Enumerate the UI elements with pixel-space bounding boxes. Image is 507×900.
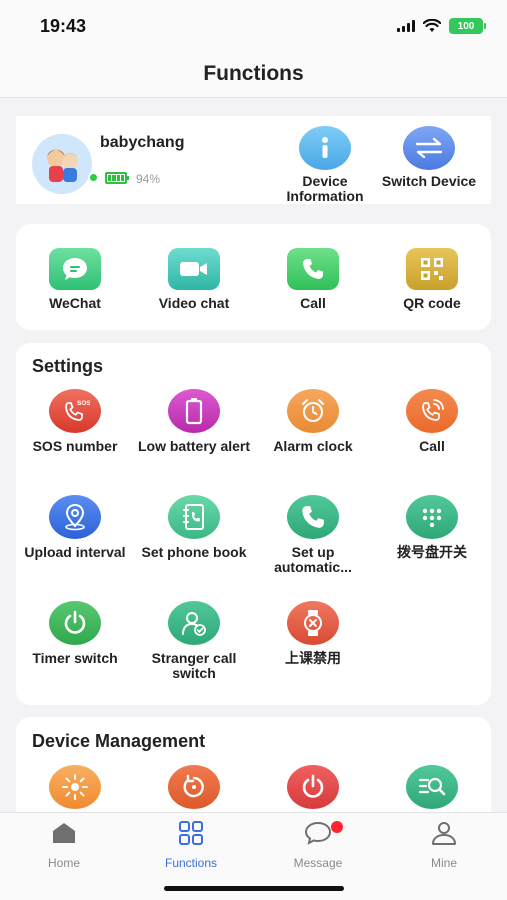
status-bar: 19:43 100 bbox=[0, 0, 507, 52]
tab-home[interactable]: Home bbox=[9, 821, 119, 870]
low-battery-alert-label: Low battery alert bbox=[137, 438, 251, 454]
stranger-call-switch-label: Stranger call switch bbox=[151, 650, 237, 681]
power-off-button[interactable] bbox=[253, 765, 373, 809]
person-icon bbox=[432, 822, 456, 845]
tab-home-label: Home bbox=[47, 856, 80, 870]
wechat-label: WeChat bbox=[49, 295, 101, 311]
device-battery-percent: 94% bbox=[136, 172, 161, 186]
tab-functions-label: Functions bbox=[164, 856, 218, 870]
home-icon bbox=[53, 823, 75, 843]
qr-code-button[interactable]: QR code bbox=[372, 248, 492, 311]
switch-device-label: Switch Device bbox=[381, 173, 477, 189]
switch-device-button[interactable]: Switch Device bbox=[374, 126, 484, 189]
status-time: 19:43 bbox=[40, 16, 87, 36]
sun-icon bbox=[49, 765, 101, 809]
battery-level: 100 bbox=[457, 20, 475, 32]
qr-code-label: QR code bbox=[403, 295, 461, 311]
phone-icon bbox=[287, 248, 339, 290]
stranger-call-switch-button[interactable]: Stranger call switch bbox=[134, 601, 254, 681]
qr-code-icon bbox=[406, 248, 458, 290]
device-management-card: Device Management bbox=[16, 717, 491, 827]
search-list-icon bbox=[406, 765, 458, 809]
phone-ring-icon bbox=[406, 389, 458, 433]
sos-number-button[interactable]: SOS SOS number bbox=[15, 389, 135, 454]
video-chat-label: Video chat bbox=[158, 295, 230, 311]
avatar[interactable] bbox=[32, 134, 92, 194]
watch-forbidden-icon bbox=[287, 601, 339, 645]
video-chat-button[interactable]: Video chat bbox=[134, 248, 254, 311]
restart-icon bbox=[168, 765, 220, 809]
page-title: Functions bbox=[203, 62, 304, 85]
battery-indicator: 100 bbox=[449, 18, 486, 34]
video-camera-icon bbox=[168, 248, 220, 290]
person-check-icon bbox=[168, 601, 220, 645]
device-battery-icon bbox=[105, 172, 129, 184]
device-name: babychang bbox=[100, 134, 185, 151]
wifi-icon bbox=[423, 19, 441, 32]
phone-book-icon bbox=[168, 495, 220, 539]
message-badge-dot bbox=[331, 821, 343, 833]
device-information-button[interactable]: Device Information bbox=[270, 126, 380, 204]
tab-functions[interactable]: Functions bbox=[136, 821, 246, 870]
tab-mine[interactable]: Mine bbox=[389, 821, 499, 870]
status-icons: 100 bbox=[397, 18, 486, 34]
phone-icon bbox=[287, 495, 339, 539]
brightness-button[interactable] bbox=[15, 765, 135, 809]
device-card: babychang 94% Device Information Switch … bbox=[16, 116, 491, 204]
alarm-clock-icon bbox=[287, 389, 339, 433]
location-pin-icon bbox=[49, 495, 101, 539]
chat-bubble-icon bbox=[49, 248, 101, 290]
call-setting-button[interactable]: Call bbox=[372, 389, 492, 454]
kids-avatar-icon bbox=[47, 149, 78, 182]
set-phone-book-label: Set phone book bbox=[141, 544, 247, 560]
battery-icon bbox=[168, 389, 220, 433]
device-information-label: Device Information bbox=[286, 173, 364, 204]
dialpad-switch-button[interactable]: 拨号盘开关 bbox=[372, 495, 492, 560]
svg-text:SOS: SOS bbox=[77, 400, 90, 407]
tab-message[interactable]: Message bbox=[263, 821, 373, 870]
wechat-button[interactable]: WeChat bbox=[15, 248, 135, 311]
navigation-bar: Functions bbox=[0, 52, 507, 98]
low-battery-alert-button[interactable]: Low battery alert bbox=[134, 389, 254, 454]
call-label: Call bbox=[300, 295, 326, 311]
settings-title: Settings bbox=[32, 356, 104, 376]
online-status-dot bbox=[88, 172, 99, 183]
set-up-automatic-button[interactable]: Set up automatic... bbox=[253, 495, 373, 575]
tab-message-label: Message bbox=[293, 856, 343, 870]
timer-switch-label: Timer switch bbox=[32, 650, 118, 666]
call-button[interactable]: Call bbox=[253, 248, 373, 311]
home-indicator bbox=[164, 886, 344, 891]
settings-card: Settings SOS SOS number Low battery aler… bbox=[16, 343, 491, 705]
swap-arrows-icon bbox=[403, 126, 455, 170]
sos-phone-icon: SOS bbox=[49, 389, 101, 433]
timer-switch-button[interactable]: Timer switch bbox=[15, 601, 135, 666]
sos-number-label: SOS number bbox=[32, 438, 118, 454]
device-management-title: Device Management bbox=[32, 731, 206, 751]
power-off-icon bbox=[287, 765, 339, 809]
dialpad-switch-label: 拨号盘开关 bbox=[397, 544, 467, 560]
alarm-clock-button[interactable]: Alarm clock bbox=[253, 389, 373, 454]
info-icon bbox=[299, 126, 351, 170]
class-disable-button[interactable]: 上课禁用 bbox=[253, 601, 373, 666]
grid-icon bbox=[179, 821, 203, 845]
upload-interval-button[interactable]: Upload interval bbox=[15, 495, 135, 560]
set-phone-book-button[interactable]: Set phone book bbox=[134, 495, 254, 560]
tab-mine-label: Mine bbox=[430, 856, 457, 870]
quick-actions-card: WeChat Video chat Call QR code bbox=[16, 224, 491, 330]
message-icon bbox=[304, 821, 332, 845]
signal-icon bbox=[397, 20, 415, 32]
alarm-clock-label: Alarm clock bbox=[273, 438, 353, 454]
power-icon bbox=[49, 601, 101, 645]
dialpad-icon bbox=[406, 495, 458, 539]
set-up-automatic-label: Set up automatic... bbox=[274, 544, 352, 575]
find-device-button[interactable] bbox=[372, 765, 492, 809]
upload-interval-label: Upload interval bbox=[24, 544, 126, 560]
restart-button[interactable] bbox=[134, 765, 254, 809]
call-setting-label: Call bbox=[419, 438, 445, 454]
class-disable-label: 上课禁用 bbox=[285, 650, 341, 666]
